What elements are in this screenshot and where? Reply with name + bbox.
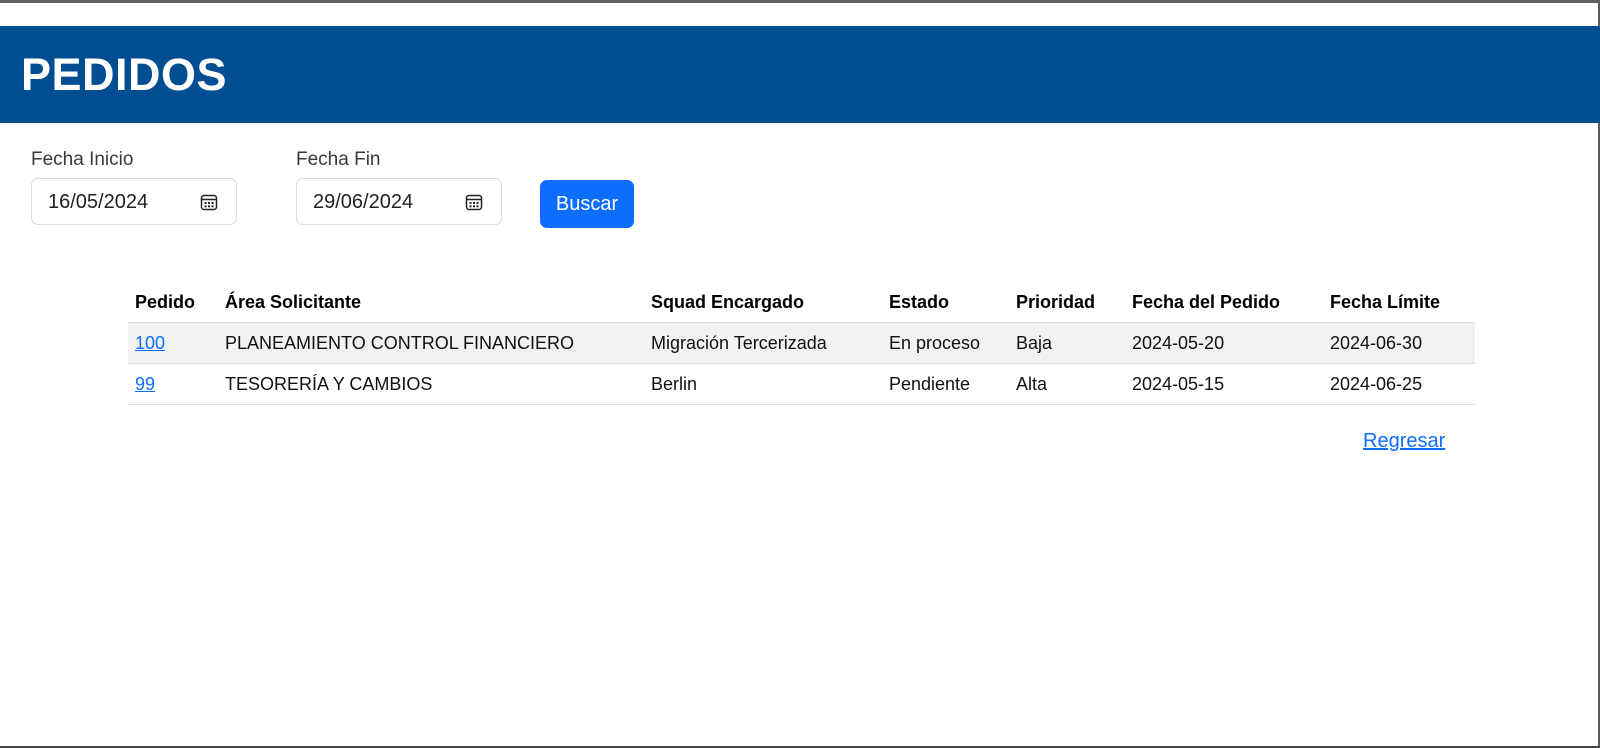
- page: PEDIDOS Fecha Inicio 16/05/2024 Fecha Fi…: [0, 0, 1600, 748]
- start-date-label: Fecha Inicio: [31, 149, 134, 170]
- start-date-group: Fecha Inicio 16/05/2024: [31, 148, 237, 225]
- column-header-fecha-limite: Fecha Límite: [1323, 282, 1475, 323]
- squad-cell: Migración Tercerizada: [644, 322, 882, 364]
- table-row: 100 PLANEAMIENTO CONTROL FINANCIERO Migr…: [128, 322, 1475, 364]
- end-date-value: 29/06/2024: [313, 191, 414, 213]
- end-date-input[interactable]: 29/06/2024: [296, 178, 502, 225]
- column-header-pedido: Pedido: [128, 282, 218, 323]
- page-header: PEDIDOS: [0, 26, 1600, 123]
- fecha-pedido-cell: 2024-05-15: [1125, 363, 1323, 405]
- column-header-fecha-pedido: Fecha del Pedido: [1125, 282, 1323, 323]
- search-button[interactable]: Buscar: [540, 180, 634, 228]
- start-date-value: 16/05/2024: [48, 191, 149, 213]
- prioridad-cell: Baja: [1009, 322, 1125, 364]
- pedido-cell: 99: [128, 363, 218, 405]
- pedido-cell: 100: [128, 322, 218, 364]
- column-header-estado: Estado: [882, 282, 1009, 323]
- order-link[interactable]: 100: [135, 333, 165, 353]
- back-link[interactable]: Regresar: [1363, 430, 1445, 453]
- estado-cell: Pendiente: [882, 363, 1009, 405]
- fecha-limite-cell: 2024-06-30: [1323, 322, 1475, 364]
- order-link[interactable]: 99: [135, 374, 155, 394]
- column-header-squad: Squad Encargado: [644, 282, 882, 323]
- end-date-group: Fecha Fin 29/06/2024: [296, 148, 502, 225]
- top-border: [0, 0, 1600, 3]
- squad-cell: Berlin: [644, 363, 882, 405]
- page-title: PEDIDOS: [21, 49, 228, 100]
- column-header-prioridad: Prioridad: [1009, 282, 1125, 323]
- area-cell: TESORERÍA Y CAMBIOS: [218, 363, 644, 405]
- start-date-input[interactable]: 16/05/2024: [31, 178, 237, 225]
- prioridad-cell: Alta: [1009, 363, 1125, 405]
- table-header-row: Pedido Área Solicitante Squad Encargado …: [128, 282, 1475, 323]
- end-date-label: Fecha Fin: [296, 149, 381, 170]
- calendar-icon[interactable]: [465, 193, 483, 211]
- fecha-pedido-cell: 2024-05-20: [1125, 322, 1323, 364]
- calendar-icon[interactable]: [200, 193, 218, 211]
- estado-cell: En proceso: [882, 322, 1009, 364]
- column-header-area: Área Solicitante: [218, 282, 644, 323]
- orders-table: Pedido Área Solicitante Squad Encargado …: [128, 282, 1475, 405]
- fecha-limite-cell: 2024-06-25: [1323, 363, 1475, 405]
- area-cell: PLANEAMIENTO CONTROL FINANCIERO: [218, 322, 644, 364]
- table-row: 99 TESORERÍA Y CAMBIOS Berlin Pendiente …: [128, 363, 1475, 405]
